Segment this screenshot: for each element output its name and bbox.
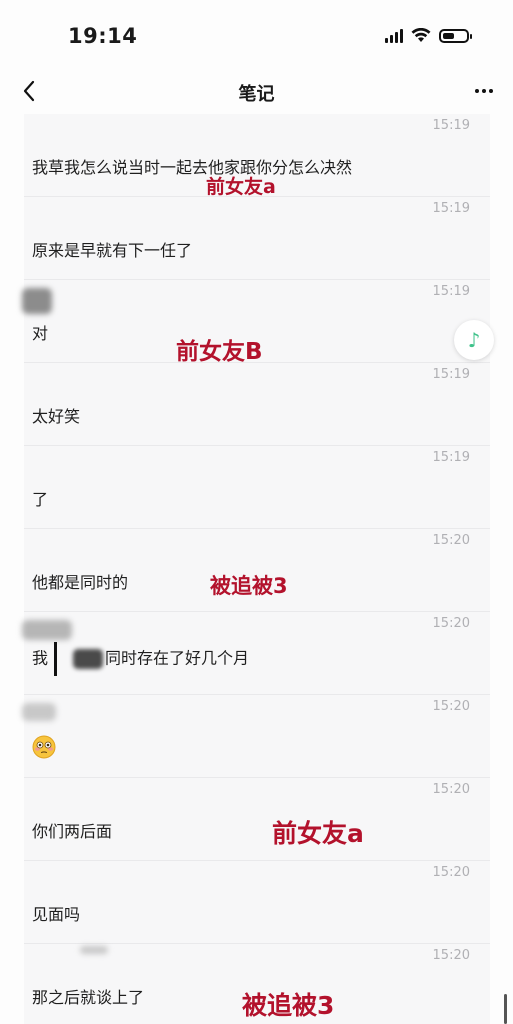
message-time: 15:19 [432, 284, 470, 299]
scrollbar[interactable] [504, 994, 507, 1024]
message-text: 我草我怎么说当时一起去他家跟你分怎么决然 [32, 158, 353, 177]
message-item[interactable]: 15:19 原来是早就有下一任了 [24, 197, 490, 280]
page-title: 笔记 [238, 84, 275, 105]
message-item[interactable]: 15:19 太好笑 [24, 363, 490, 446]
message-time: 15:20 [432, 616, 470, 631]
floating-music-button[interactable]: ♪ [454, 320, 494, 360]
redacted-sender-avatar [22, 620, 72, 640]
redacted-sender-avatar [22, 703, 56, 721]
annotation-label: 前女友a [206, 176, 276, 198]
message-text: 他都是同时的 [32, 573, 129, 592]
status-icons [385, 28, 472, 43]
message-text: 你们两后面 [32, 822, 113, 841]
annotation-label: 前女友a [272, 819, 364, 848]
more-options-button[interactable] [469, 76, 499, 106]
message-item[interactable]: 15:20 [22, 695, 490, 778]
redaction-bar [54, 642, 58, 676]
message-item[interactable]: 15:20 我 同时存在了好几个月 [22, 612, 490, 695]
redacted-sender-avatar [80, 946, 108, 954]
message-emoji [32, 735, 56, 759]
battery-icon [439, 28, 472, 43]
annotation-label: 被追被3 [242, 991, 335, 1020]
annotation-label: 前女友B [176, 339, 263, 365]
annotation-label: 被追被3 [210, 574, 288, 598]
battery-level-fill [443, 32, 454, 39]
message-time: 15:20 [432, 948, 470, 963]
message-text: 那之后就谈上了 [32, 988, 145, 1007]
message-time: 15:19 [432, 118, 470, 133]
message-text: 对 [32, 324, 49, 343]
message-time: 15:20 [432, 699, 470, 714]
wifi-icon [411, 28, 431, 42]
message-text: 见面吗 [32, 905, 81, 924]
redacted-sender-avatar [22, 288, 52, 314]
message-list: 15:19 我草我怎么说当时一起去他家跟你分怎么决然 15:19 原来是早就有下… [0, 114, 513, 1024]
message-item[interactable]: 15:20 见面吗 [24, 861, 490, 944]
message-time: 15:20 [432, 782, 470, 797]
message-text: 我 同时存在了好几个月 [32, 642, 249, 676]
message-time: 15:20 [432, 865, 470, 880]
message-text: 太好笑 [32, 407, 81, 426]
redacted-name [73, 649, 104, 669]
chat-note-screen: 19:14 笔记 15:19 我草我怎么说当时一起去他家跟你分怎么决然 15:1… [0, 0, 513, 1024]
message-time: 15:19 [432, 450, 470, 465]
navigation-bar: 笔记 [0, 70, 513, 114]
message-item[interactable]: 15:20 你们两后面 [24, 778, 490, 861]
message-text: 了 [32, 490, 49, 509]
music-note-icon: ♪ [467, 328, 481, 352]
message-item[interactable]: 15:19 了 [24, 446, 490, 529]
message-text: 原来是早就有下一任了 [32, 241, 193, 260]
message-text-before: 我 [32, 648, 49, 668]
status-time: 19:14 [68, 24, 138, 48]
status-bar: 19:14 [0, 0, 513, 70]
message-time: 15:19 [432, 201, 470, 216]
flushed-face-emoji-icon [32, 735, 56, 759]
message-text-after: 同时存在了好几个月 [105, 648, 250, 668]
message-time: 15:19 [432, 367, 470, 382]
more-horizontal-icon [475, 89, 493, 93]
cellular-signal-icon [385, 28, 403, 43]
message-time: 15:20 [432, 533, 470, 548]
